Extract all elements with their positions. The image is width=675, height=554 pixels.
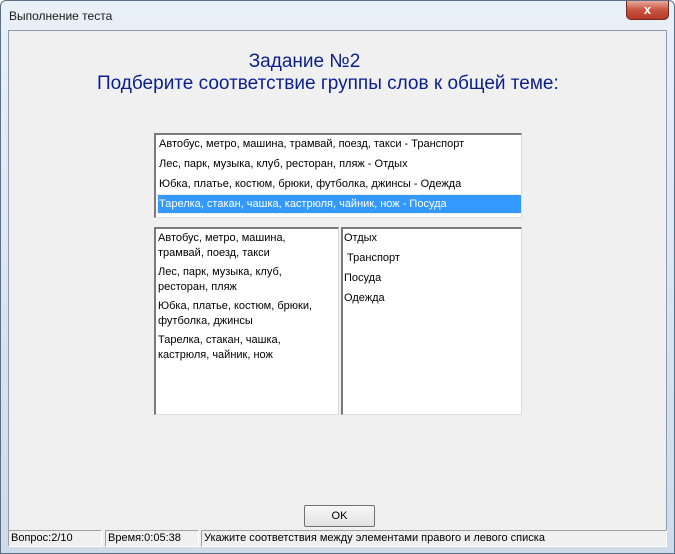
right-list-item[interactable]: Посуда	[344, 272, 381, 284]
right-list-item[interactable]: Отдых	[344, 232, 377, 244]
status-question: Вопрос:2/10	[8, 530, 102, 547]
task-instruction: Подберите соответствие группы слов к общ…	[97, 73, 559, 94]
answer-item[interactable]: Автобус, метро, машина, трамвай, поезд, …	[158, 135, 521, 153]
left-list-item[interactable]: Тарелка, стакан, чашка, кастрюля, чайник…	[158, 333, 328, 363]
left-list-item[interactable]: Юбка, платье, костюм, брюки, футболка, д…	[158, 299, 328, 329]
task-heading: Задание №2	[248, 51, 361, 72]
answer-item[interactable]: Юбка, платье, костюм, брюки, футболка, д…	[158, 175, 521, 193]
left-list[interactable]: Автобус, метро, машина, трамвай, поезд, …	[154, 227, 339, 415]
window-title: Выполнение теста	[9, 9, 113, 23]
ok-button[interactable]: OK	[304, 505, 375, 527]
title-bar[interactable]: Выполнение теста x	[1, 1, 674, 30]
test-window: Выполнение теста x Задание №2 Подберите …	[0, 0, 675, 554]
right-list[interactable]: Отдых Транспорт Посуда Одежда	[341, 227, 522, 415]
answers-list[interactable]: Автобус, метро, машина, трамвай, поезд, …	[154, 133, 522, 218]
answer-item-selected[interactable]: Тарелка, стакан, чашка, кастрюля, чайник…	[157, 194, 522, 214]
right-list-item[interactable]: Транспорт	[344, 252, 400, 264]
client-area: Задание №2 Подберите соответствие группы…	[8, 30, 667, 546]
status-hint: Укажите соответствия между элементами пр…	[201, 530, 667, 547]
status-bar: Вопрос:2/10 Время:0:05:38 Укажите соотве…	[8, 530, 667, 547]
left-list-item[interactable]: Автобус, метро, машина, трамвай, поезд, …	[158, 231, 328, 261]
close-button[interactable]: x	[626, 1, 669, 20]
status-time: Время:0:05:38	[105, 530, 199, 547]
right-list-item[interactable]: Одежда	[344, 292, 385, 304]
answer-item[interactable]: Лес, парк, музыка, клуб, ресторан, пляж …	[158, 155, 521, 173]
close-icon: x	[643, 2, 652, 17]
left-list-item[interactable]: Лес, парк, музыка, клуб, ресторан, пляж	[158, 265, 328, 295]
